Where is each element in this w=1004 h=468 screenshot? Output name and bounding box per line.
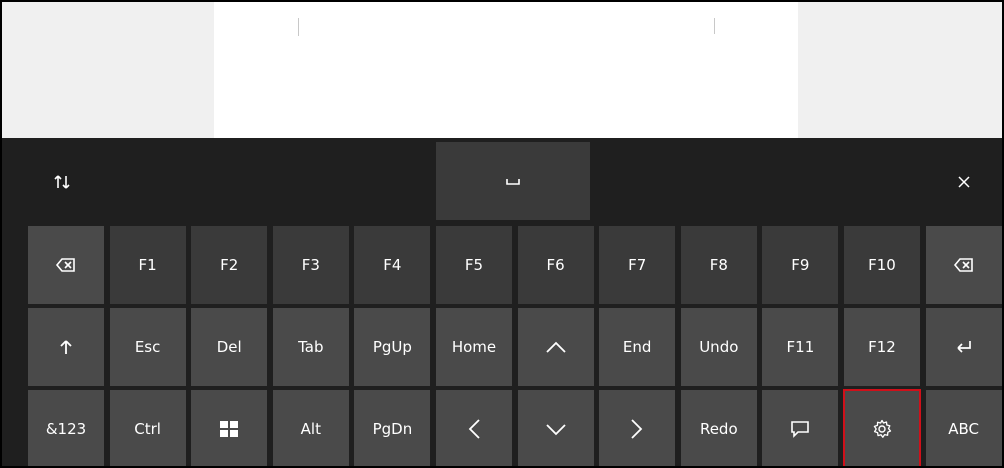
backspace-left-key[interactable] xyxy=(28,226,104,304)
right-arrow-key[interactable] xyxy=(599,390,676,466)
chevron-up-icon xyxy=(545,340,567,354)
shift-key[interactable] xyxy=(28,308,104,386)
f8-key-label: F8 xyxy=(709,256,728,274)
enter-key[interactable] xyxy=(925,308,1002,386)
f4-key-label: F4 xyxy=(383,256,402,274)
home-key[interactable]: Home xyxy=(436,308,512,386)
f1-key[interactable]: F1 xyxy=(109,226,186,304)
end-key[interactable]: End xyxy=(599,308,676,386)
abc-key[interactable]: ABC xyxy=(925,390,1002,466)
alt-key-label: Alt xyxy=(300,420,321,438)
text-caret xyxy=(298,18,299,36)
f1-key-label: F1 xyxy=(138,256,157,274)
symbols-key-label: &123 xyxy=(45,420,87,438)
f5-key[interactable]: F5 xyxy=(436,226,512,304)
abc-key-label: ABC xyxy=(948,420,979,438)
document-page[interactable] xyxy=(214,2,798,138)
f7-key-label: F7 xyxy=(628,256,647,274)
tab-key[interactable]: Tab xyxy=(272,308,349,386)
tab-key-label: Tab xyxy=(298,338,324,356)
speech-bubble-icon xyxy=(790,420,810,438)
touch-keyboard: F1 F2 F3 F4 F5 F6 F7 F8 F9 F10 Esc Del Tab PgUp Home En… xyxy=(2,140,1002,466)
down-arrow-key[interactable] xyxy=(517,390,594,466)
esc-key-label: Esc xyxy=(134,338,161,356)
pgup-key[interactable]: PgUp xyxy=(354,308,431,386)
f12-key[interactable]: F12 xyxy=(844,308,920,386)
symbols-key[interactable]: &123 xyxy=(28,390,104,466)
chevron-down-icon xyxy=(545,422,567,436)
chevron-left-icon xyxy=(467,418,481,440)
backspace-icon xyxy=(953,257,975,273)
left-arrow-key[interactable] xyxy=(436,390,512,466)
space-bar-icon xyxy=(506,179,520,185)
ctrl-key[interactable]: Ctrl xyxy=(109,390,186,466)
home-key-label: Home xyxy=(451,338,497,356)
f2-key[interactable]: F2 xyxy=(191,226,268,304)
undo-key-label: Undo xyxy=(699,338,739,356)
esc-key[interactable]: Esc xyxy=(109,308,186,386)
f11-key-label: F11 xyxy=(786,338,815,356)
ctrl-key-label: Ctrl xyxy=(134,420,161,438)
f3-key[interactable]: F3 xyxy=(272,226,349,304)
shift-arrow-icon xyxy=(58,338,74,356)
settings-key[interactable] xyxy=(843,389,921,466)
f10-key-label: F10 xyxy=(868,256,896,274)
backspace-right-key[interactable] xyxy=(925,226,1002,304)
f8-key[interactable]: F8 xyxy=(680,226,757,304)
close-icon[interactable] xyxy=(944,162,984,202)
del-key[interactable]: Del xyxy=(191,308,268,386)
screen-frame: F1 F2 F3 F4 F5 F6 F7 F8 F9 F10 Esc Del Tab PgUp Home En… xyxy=(0,0,1004,468)
f5-key-label: F5 xyxy=(464,256,484,274)
del-key-label: Del xyxy=(216,338,242,356)
f9-key[interactable]: F9 xyxy=(762,226,839,304)
up-down-arrows-icon[interactable] xyxy=(42,162,82,202)
space-bar-key[interactable] xyxy=(436,142,590,220)
f11-key[interactable]: F11 xyxy=(762,308,839,386)
f2-key-label: F2 xyxy=(220,256,239,274)
windows-key[interactable] xyxy=(191,390,268,466)
f6-key-label: F6 xyxy=(546,256,565,274)
alt-key[interactable]: Alt xyxy=(272,390,349,466)
emoji-key[interactable] xyxy=(762,390,839,466)
f9-key-label: F9 xyxy=(791,256,810,274)
f7-key[interactable]: F7 xyxy=(599,226,676,304)
pgdn-key-label: PgDn xyxy=(372,420,413,438)
f10-key[interactable]: F10 xyxy=(844,226,920,304)
enter-icon xyxy=(955,339,973,355)
pgdn-key[interactable]: PgDn xyxy=(354,390,431,466)
f6-key[interactable]: F6 xyxy=(517,226,594,304)
redo-key[interactable]: Redo xyxy=(680,390,757,466)
keyboard-toolbar xyxy=(2,140,1002,222)
undo-key[interactable]: Undo xyxy=(680,308,757,386)
text-marker xyxy=(714,18,715,34)
chevron-right-icon xyxy=(630,418,644,440)
f4-key[interactable]: F4 xyxy=(354,226,431,304)
f3-key-label: F3 xyxy=(301,256,320,274)
f12-key-label: F12 xyxy=(868,338,896,356)
end-key-label: End xyxy=(622,338,652,356)
document-area[interactable] xyxy=(2,2,1002,138)
redo-key-label: Redo xyxy=(699,420,738,438)
pgup-key-label: PgUp xyxy=(372,338,412,356)
windows-logo-icon xyxy=(220,421,239,437)
up-arrow-key[interactable] xyxy=(517,308,594,386)
backspace-icon xyxy=(55,257,77,273)
gear-icon xyxy=(872,419,892,439)
